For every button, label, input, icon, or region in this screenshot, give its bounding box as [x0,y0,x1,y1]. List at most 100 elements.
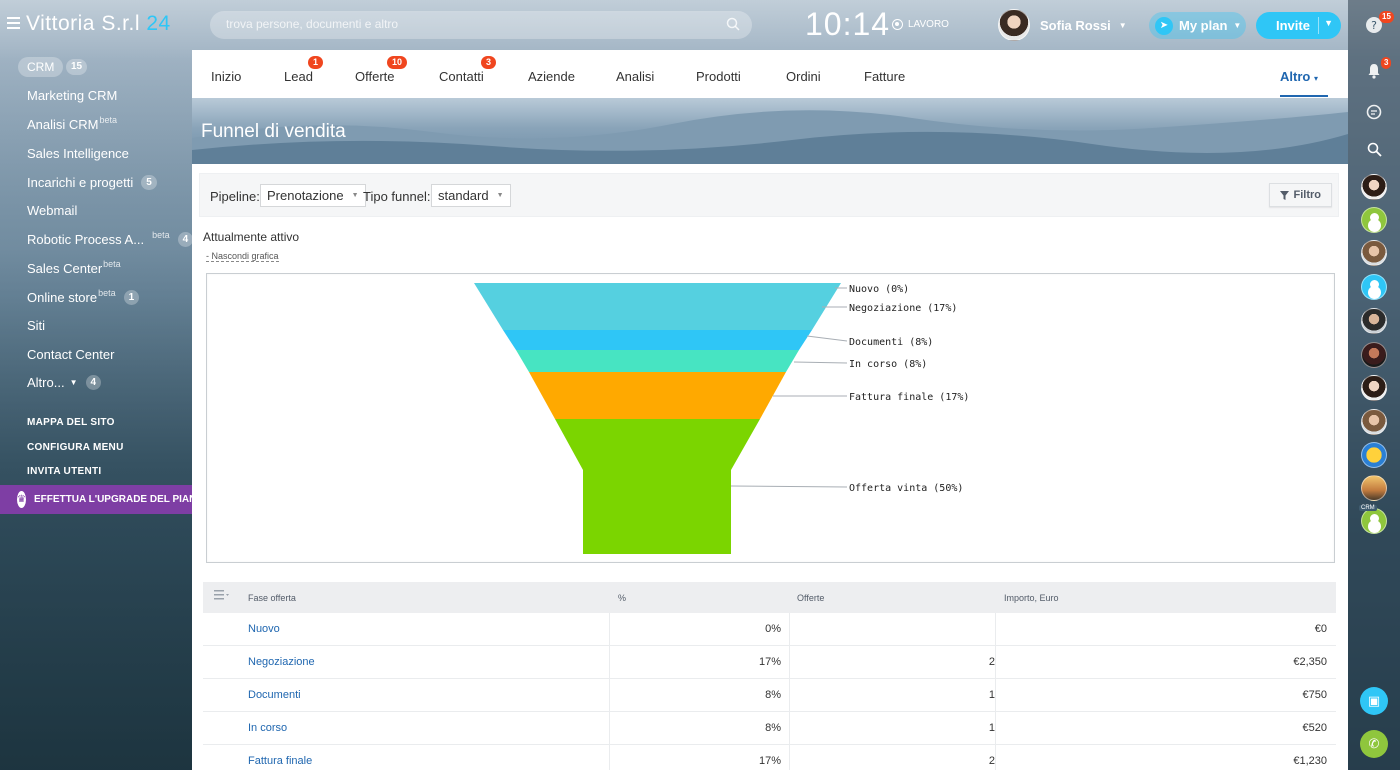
chat-icon[interactable] [1363,101,1385,123]
tab-contatti[interactable]: Contatti 3 [439,56,497,84]
chevron-down-icon: ▼ [496,192,504,199]
tab-inizio[interactable]: Inizio [211,69,241,84]
tasks-icon[interactable]: ▣ [1360,687,1388,715]
funnel-type-select[interactable]: standard ▼ [431,184,511,207]
filter-button[interactable]: Filtro [1268,183,1332,207]
invite-button[interactable]: Invite ▼ [1256,12,1341,39]
contact-avatar[interactable] [1361,207,1387,233]
table-header: Fase offerta % Offerte Importo, Euro [203,582,1336,613]
sidebar-item-contact-center[interactable]: Contact Center [27,347,114,362]
active-section-title: Attualmente attivo [203,230,300,244]
sidebar-item-analisi-crm[interactable]: Analisi CRM beta [27,115,117,133]
filter-button-label: Filtro [1293,189,1322,201]
search-icon[interactable] [726,17,740,31]
sidebar-item-rpa[interactable]: Robotic Process A... beta 4 [27,230,194,247]
svg-text:?: ? [1371,19,1377,32]
deals-cell: 2 [789,646,995,679]
sidebar-item-crm[interactable]: CRM [18,57,64,77]
funnel-filter-icon [1279,190,1289,200]
stage-link[interactable]: Documenti [248,679,301,712]
search-input[interactable]: trova persone, documenti e altro [210,11,752,39]
funnel-label-nuovo: Nuovo (0%) [849,284,909,295]
sidebar-item-tasks-projects[interactable]: Incarichi e progetti 5 [27,175,157,190]
funnel-chart: Nuovo (0%) Negoziazione (17%) Documenti … [206,273,1335,563]
invite-users-link[interactable]: INVITA UTENTI [27,466,101,477]
tab-offerte[interactable]: Offerte 10 [355,56,408,84]
col-header-amount[interactable]: Importo, Euro [1004,593,1059,603]
pipeline-label: Pipeline: [210,189,260,204]
amount-cell: €750 [995,679,1327,712]
pipeline-select[interactable]: Prenotazione ▼ [260,184,366,207]
col-header-deals[interactable]: Offerte [797,593,824,603]
help-badge: 15 [1379,11,1394,23]
chevron-down-icon[interactable]: ▼ [1324,18,1333,28]
contact-avatar[interactable] [1361,174,1387,200]
contact-avatar[interactable] [1361,342,1387,368]
crm-chat-avatar[interactable] [1361,508,1387,534]
funnel-segment-negoziazione [474,283,841,330]
stage-link[interactable]: Negoziazione [248,646,315,679]
tab-ordini[interactable]: Ordini [786,69,821,84]
col-header-stage[interactable]: Fase offerta [248,593,296,603]
count-badge: 3 [481,56,497,69]
count-badge: 4 [85,375,102,390]
tab-prodotti[interactable]: Prodotti [696,69,741,84]
clock: 10:14 [805,6,891,42]
contact-avatar[interactable] [1361,274,1387,300]
phone-icon[interactable]: ✆ [1360,730,1388,758]
column-settings-icon[interactable] [214,590,230,600]
funnel-label-negoziazione: Negoziazione (17%) [849,303,957,314]
tab-analisi[interactable]: Analisi [616,69,654,84]
amount-cell: €1,230 [995,745,1327,770]
hamburger-menu-icon[interactable] [7,17,20,29]
deals-cell [789,613,995,646]
page-title: Funnel di vendita [201,121,346,142]
sidebar-item-online-store[interactable]: Online store beta 1 [27,288,140,305]
brand-logo[interactable]: Vittoria S.r.l 24 [26,12,171,36]
sidebar-item-webmail[interactable]: Webmail [27,203,77,218]
tab-lead[interactable]: Lead 1 [284,56,324,84]
col-header-percent[interactable]: % [618,593,626,603]
upgrade-plan-button[interactable]: ♛ EFFETTUA L'UPGRADE DEL PIANO [0,485,192,514]
table-row: In corso 8% 1 €520 [203,712,1336,745]
pipeline-value: Prenotazione [267,188,344,203]
user-name: Sofia Rossi [1040,17,1111,33]
funnel-label-fattura-finale: Fattura finale (17%) [849,392,969,403]
invite-label: Invite [1276,18,1310,33]
contact-avatar[interactable] [1361,375,1387,401]
tab-fatture[interactable]: Fatture [864,69,905,84]
sidebar-item-more[interactable]: Altro... ▼ 4 [27,375,102,390]
percent-cell: 8% [609,712,781,745]
stage-link[interactable]: Nuovo [248,613,280,646]
sidebar-item-marketing-crm[interactable]: Marketing CRM [27,88,117,103]
contact-avatar[interactable] [1361,308,1387,334]
funnel-label-documenti: Documenti (8%) [849,337,933,348]
group-avatar[interactable] [1361,442,1387,468]
funnel-label-offerta-vinta: Offerta vinta (50%) [849,483,963,494]
configure-menu-link[interactable]: CONFIGURA MENU [27,442,124,453]
stage-link[interactable]: Fattura finale [248,745,312,770]
contact-avatar[interactable] [1361,240,1387,266]
site-map-link[interactable]: MAPPA DEL SITO [27,417,115,428]
tab-aziende[interactable]: Aziende [528,69,575,84]
stage-link[interactable]: In corso [248,712,287,745]
my-plan-button[interactable]: ➤ My plan ▼ [1149,12,1246,39]
upgrade-label: EFFETTUA L'UPGRADE DEL PIANO [33,494,192,505]
user-menu[interactable]: Sofia Rossi ▼ [998,9,1127,41]
sidebar-item-sites[interactable]: Siti [27,318,45,333]
mountain-banner [192,98,1348,164]
work-status[interactable]: LAVORO [892,19,949,30]
sidebar-item-sales-intelligence[interactable]: Sales Intelligence [27,146,129,161]
tab-more[interactable]: Altro ▾ [1280,69,1318,84]
hide-chart-link[interactable]: - Nascondi grafica [206,251,279,262]
amount-cell: €0 [995,613,1327,646]
sidebar-item-sales-center[interactable]: Sales Center beta [27,259,121,277]
group-avatar[interactable] [1361,475,1387,501]
notifications-badge: 3 [1381,57,1392,69]
percent-cell: 0% [609,613,781,646]
contact-avatar[interactable] [1361,409,1387,435]
right-toolbar: ? 15 3 CRM ▣ ✆ [1348,0,1400,770]
percent-cell: 8% [609,679,781,712]
top-header: Vittoria S.r.l 24 trova persone, documen… [0,0,1400,50]
search-icon[interactable] [1363,138,1385,160]
